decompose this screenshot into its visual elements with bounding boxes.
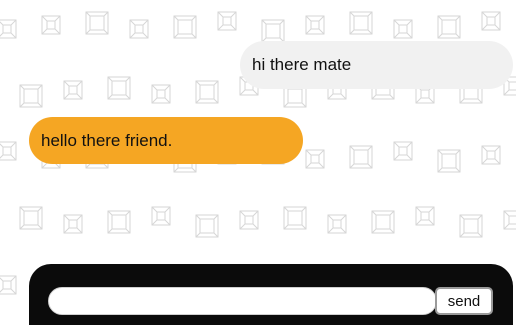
pattern-tile	[107, 210, 131, 234]
message-input[interactable]	[48, 287, 437, 315]
pattern-tile	[195, 80, 219, 104]
pattern-tile	[437, 149, 461, 173]
message-text: hello there friend.	[41, 130, 173, 150]
pattern-tile	[503, 210, 516, 230]
pattern-tile	[481, 11, 501, 31]
pattern-tile	[19, 206, 43, 230]
pattern-tile	[173, 15, 197, 39]
message-bubble-incoming: hi there mate	[240, 41, 513, 89]
pattern-tile	[481, 145, 501, 165]
pattern-tile	[63, 80, 83, 100]
pattern-tile	[305, 15, 325, 35]
pattern-tile	[261, 19, 285, 43]
pattern-tile	[349, 145, 373, 169]
pattern-tile	[0, 141, 17, 161]
pattern-tile	[151, 206, 171, 226]
pattern-tile	[283, 206, 307, 230]
pattern-tile	[349, 11, 373, 35]
pattern-tile	[107, 76, 131, 100]
pattern-tile	[459, 214, 483, 238]
pattern-tile	[0, 275, 17, 295]
pattern-tile	[415, 206, 435, 226]
pattern-tile	[151, 84, 171, 104]
pattern-tile	[437, 15, 461, 39]
pattern-tile	[0, 19, 17, 39]
send-button[interactable]: send	[435, 287, 493, 315]
message-bubble-outgoing: hello there friend.	[29, 117, 303, 164]
pattern-tile	[19, 84, 43, 108]
message-text: hi there mate	[252, 55, 352, 74]
pattern-tile	[129, 19, 149, 39]
pattern-tile	[41, 15, 61, 35]
pattern-tile	[239, 210, 259, 230]
pattern-tile	[371, 210, 395, 234]
pattern-tile	[195, 214, 219, 238]
chat-window: hi there mate hello there friend. send	[0, 0, 516, 325]
pattern-tile	[85, 11, 109, 35]
pattern-tile	[393, 141, 413, 161]
pattern-tile	[305, 149, 325, 169]
pattern-tile	[327, 214, 347, 234]
pattern-tile	[63, 214, 83, 234]
pattern-tile	[217, 11, 237, 31]
pattern-tile	[393, 19, 413, 39]
